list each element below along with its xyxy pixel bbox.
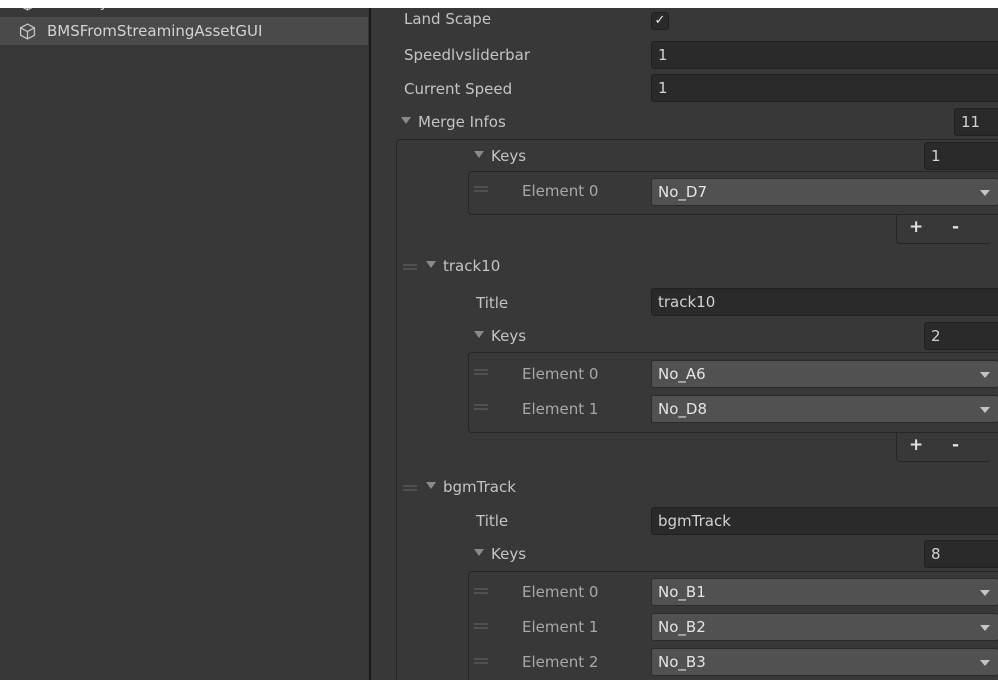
element-label: Element 0	[522, 583, 599, 601]
land-scape-checkbox[interactable]: ✓	[651, 12, 669, 30]
gameobject-cube-icon	[19, 23, 36, 40]
foldout-arrow-icon	[474, 151, 484, 158]
remove-element-button[interactable]: -	[952, 217, 959, 237]
add-element-button[interactable]: +	[909, 435, 923, 455]
keys-foldout[interactable]: Keys	[474, 545, 526, 563]
list-add-remove: + -	[896, 432, 991, 462]
inspector-panel: Land Scape ✓ Speedlvsliderbar 1 Current …	[371, 0, 998, 680]
dropdown-arrow-icon	[980, 625, 990, 631]
dropdown-arrow-icon	[980, 372, 990, 378]
keys-foldout[interactable]: Keys	[474, 147, 526, 165]
speed-slider-field[interactable]: 1	[651, 41, 998, 69]
title-field[interactable]: bgmTrack	[651, 507, 998, 535]
merge-infos-label: Merge Infos	[418, 113, 506, 131]
key-dropdown-value: No_D7	[658, 183, 707, 201]
checkmark-icon: ✓	[654, 13, 666, 28]
element-label: Element 2	[522, 653, 599, 671]
hierarchy-panel: EventSystem BMSFromStreamingAssetGUI	[0, 0, 370, 680]
key-dropdown-value: No_B2	[658, 618, 706, 636]
keys-count[interactable]: 2	[924, 322, 998, 350]
keys-foldout[interactable]: Keys	[474, 327, 526, 345]
merge-infos-count[interactable]: 11	[954, 108, 998, 136]
dropdown-arrow-icon	[980, 407, 990, 413]
element-label: Element 1	[522, 400, 599, 418]
element-label: Element 1	[522, 618, 599, 636]
current-speed-field[interactable]: 1	[651, 74, 998, 102]
drag-handle-icon[interactable]	[474, 623, 488, 629]
top-white-strip	[0, 0, 998, 8]
element-label: Element 0	[522, 365, 599, 383]
add-element-button[interactable]: +	[909, 217, 923, 237]
land-scape-label: Land Scape	[404, 10, 492, 28]
drag-handle-icon[interactable]	[474, 404, 488, 410]
keys-count[interactable]: 1	[924, 142, 998, 170]
keys-count[interactable]: 8	[924, 540, 998, 568]
key-dropdown-value: No_D8	[658, 400, 707, 418]
key-dropdown[interactable]: No_D8	[651, 395, 998, 423]
drag-handle-icon[interactable]	[474, 588, 488, 594]
title-field[interactable]: track10	[651, 288, 998, 316]
merge-infos-foldout[interactable]: Merge Infos	[401, 113, 506, 131]
drag-handle-icon[interactable]	[403, 264, 417, 270]
keys-label: Keys	[491, 545, 527, 563]
key-dropdown-value: No_A6	[658, 365, 706, 383]
element-label: Element 0	[522, 182, 599, 200]
bgmtrack-foldout[interactable]: bgmTrack	[426, 478, 516, 496]
title-label: Title	[476, 294, 509, 312]
drag-handle-icon[interactable]	[474, 369, 488, 375]
list-add-remove: + -	[896, 214, 991, 244]
keys-label: Keys	[491, 147, 527, 165]
track10-foldout[interactable]: track10	[426, 257, 500, 275]
drag-handle-icon[interactable]	[403, 485, 417, 491]
foldout-arrow-icon	[474, 549, 484, 556]
dropdown-arrow-icon	[980, 190, 990, 196]
drag-handle-icon[interactable]	[474, 658, 488, 664]
dropdown-arrow-icon	[980, 590, 990, 596]
key-dropdown[interactable]: No_D7	[651, 178, 998, 206]
title-label: Title	[476, 512, 509, 530]
foldout-arrow-icon	[474, 331, 484, 338]
key-dropdown[interactable]: No_B3	[651, 648, 998, 676]
dropdown-arrow-icon	[980, 660, 990, 666]
remove-element-button[interactable]: -	[952, 435, 959, 455]
speed-slider-label: Speedlvsliderbar	[404, 46, 531, 64]
hierarchy-item-bmsfromstreamingassetgui[interactable]: BMSFromStreamingAssetGUI	[0, 17, 368, 45]
key-dropdown[interactable]: No_B2	[651, 613, 998, 641]
key-dropdown[interactable]: No_B1	[651, 578, 998, 606]
drag-handle-icon[interactable]	[474, 186, 488, 192]
current-speed-label: Current Speed	[404, 80, 513, 98]
key-dropdown-value: No_B3	[658, 653, 706, 671]
bgmtrack-header: bgmTrack	[443, 478, 516, 496]
hierarchy-item-label: BMSFromStreamingAssetGUI	[47, 22, 263, 40]
key-dropdown-value: No_B1	[658, 583, 706, 601]
foldout-arrow-icon	[401, 117, 411, 124]
foldout-arrow-icon	[426, 482, 436, 489]
foldout-arrow-icon	[426, 261, 436, 268]
keys-label: Keys	[491, 327, 527, 345]
track10-header: track10	[443, 257, 501, 275]
key-dropdown[interactable]: No_A6	[651, 360, 998, 388]
